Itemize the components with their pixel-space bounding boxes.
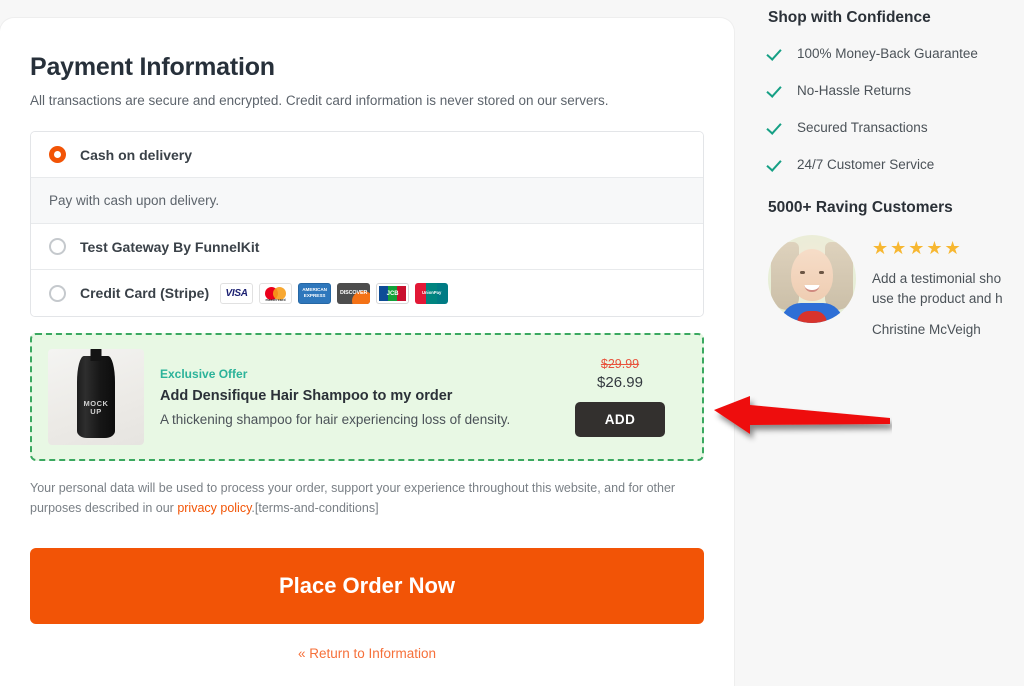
raving-customers-title: 5000+ Raving Customers [768,199,953,216]
bump-price-block: $29.99 $26.99 ADD [554,357,686,438]
jcb-label: JCB [386,290,399,297]
bump-description: A thickening shampoo for hair experienci… [160,412,511,427]
radio-cash-on-delivery[interactable] [49,146,66,163]
page-title: Payment Information [30,53,275,81]
confidence-item-label: 100% Money-Back Guarantee [797,46,978,61]
check-icon [768,119,785,136]
place-order-button[interactable]: Place Order Now [30,548,704,624]
visa-icon: VISA [220,282,254,304]
amex-icon: AMERICAN EXPRESS [298,282,332,304]
payment-method-label: Test Gateway By FunnelKit [80,238,260,255]
checkout-card: Payment Information All transactions are… [0,18,734,686]
bump-thumb-label: MOCK UP [83,399,109,417]
check-icon [768,82,785,99]
bump-tag: Exclusive Offer [160,367,248,381]
payment-subtitle: All transactions are secure and encrypte… [30,93,609,108]
privacy-policy-link[interactable]: privacy policy [177,501,251,515]
confidence-item-returns: No-Hassle Returns [768,82,1024,99]
payment-method-cash-on-delivery[interactable]: Cash on delivery [31,132,703,178]
jcb-icon: JCB [376,282,410,304]
testimonial-line-2: use the product and h [872,290,1003,306]
check-icon [768,45,785,62]
star-rating-icon: ★★★★★ [872,238,963,258]
shop-with-confidence-title: Shop with Confidence [768,9,931,26]
mastercard-label: mastercard [265,297,286,302]
confidence-item-label: 24/7 Customer Service [797,157,935,172]
return-to-information-link[interactable]: « Return to Information [30,646,704,661]
radio-test-gateway[interactable] [49,238,66,255]
privacy-text-after: .[terms-and-conditions] [251,501,379,515]
radio-credit-card[interactable] [49,284,66,302]
checkout-inner: Payment Information All transactions are… [0,18,734,661]
add-button[interactable]: ADD [574,402,666,438]
sidebar: Shop with Confidence 100% Money-Back Gua… [735,0,1024,686]
testimonial-author: Christine McVeigh [872,322,981,338]
payment-methods-list: Cash on delivery Pay with cash upon deli… [30,131,704,317]
avatar [768,235,856,323]
payment-method-credit-card[interactable]: Credit Card (Stripe) VISA mastercard AME… [31,270,703,316]
bump-price-discounted: $26.99 [597,373,643,391]
card-brand-icons: VISA mastercard AMERICAN EXPRESS DISCOVE… [220,282,449,304]
mastercard-icon: mastercard [259,282,293,304]
privacy-notice: Your personal data will be used to proce… [30,478,704,518]
payment-method-test-gateway[interactable]: Test Gateway By FunnelKit [31,224,703,270]
confidence-item-label: Secured Transactions [797,120,928,135]
testimonial-text: Add a testimonial sho use the product and… [872,269,1024,308]
unionpay-label: UnionPay [421,289,442,295]
confidence-item-label: No-Hassle Returns [797,83,912,98]
payment-method-label: Credit Card (Stripe) [80,285,210,301]
amex-line2: EXPRESS [303,293,326,298]
payment-method-description: Pay with cash upon delivery. [31,178,703,224]
bump-price-original: $29.99 [600,356,640,371]
shampoo-bottle-icon: MOCK UP [77,356,115,438]
discover-icon: DISCOVER [337,282,371,304]
discover-label: DISCOVER [339,290,368,296]
bump-text-block: Exclusive Offer Add Densifique Hair Sham… [160,367,538,427]
unionpay-icon: UnionPay [415,282,449,304]
amex-line1: AMERICAN [302,287,327,293]
bump-title: Add Densifique Hair Shampoo to my order [160,388,453,404]
testimonial: ★★★★★ Add a testimonial sho use the produ… [768,235,1024,337]
testimonial-line-1: Add a testimonial sho [872,271,1002,286]
confidence-item-money-back: 100% Money-Back Guarantee [768,45,1024,62]
testimonial-body: ★★★★★ Add a testimonial sho use the produ… [872,235,1024,337]
check-icon [768,156,785,173]
confidence-item-secured: Secured Transactions [768,119,1024,136]
confidence-list: 100% Money-Back Guarantee No-Hassle Retu… [768,45,1024,173]
bump-product-image: MOCK UP [48,349,144,445]
confidence-item-support: 24/7 Customer Service [768,156,1024,173]
order-bump-offer[interactable]: MOCK UP Exclusive Offer Add Densifique H… [30,333,704,461]
payment-method-label: Cash on delivery [80,146,193,163]
